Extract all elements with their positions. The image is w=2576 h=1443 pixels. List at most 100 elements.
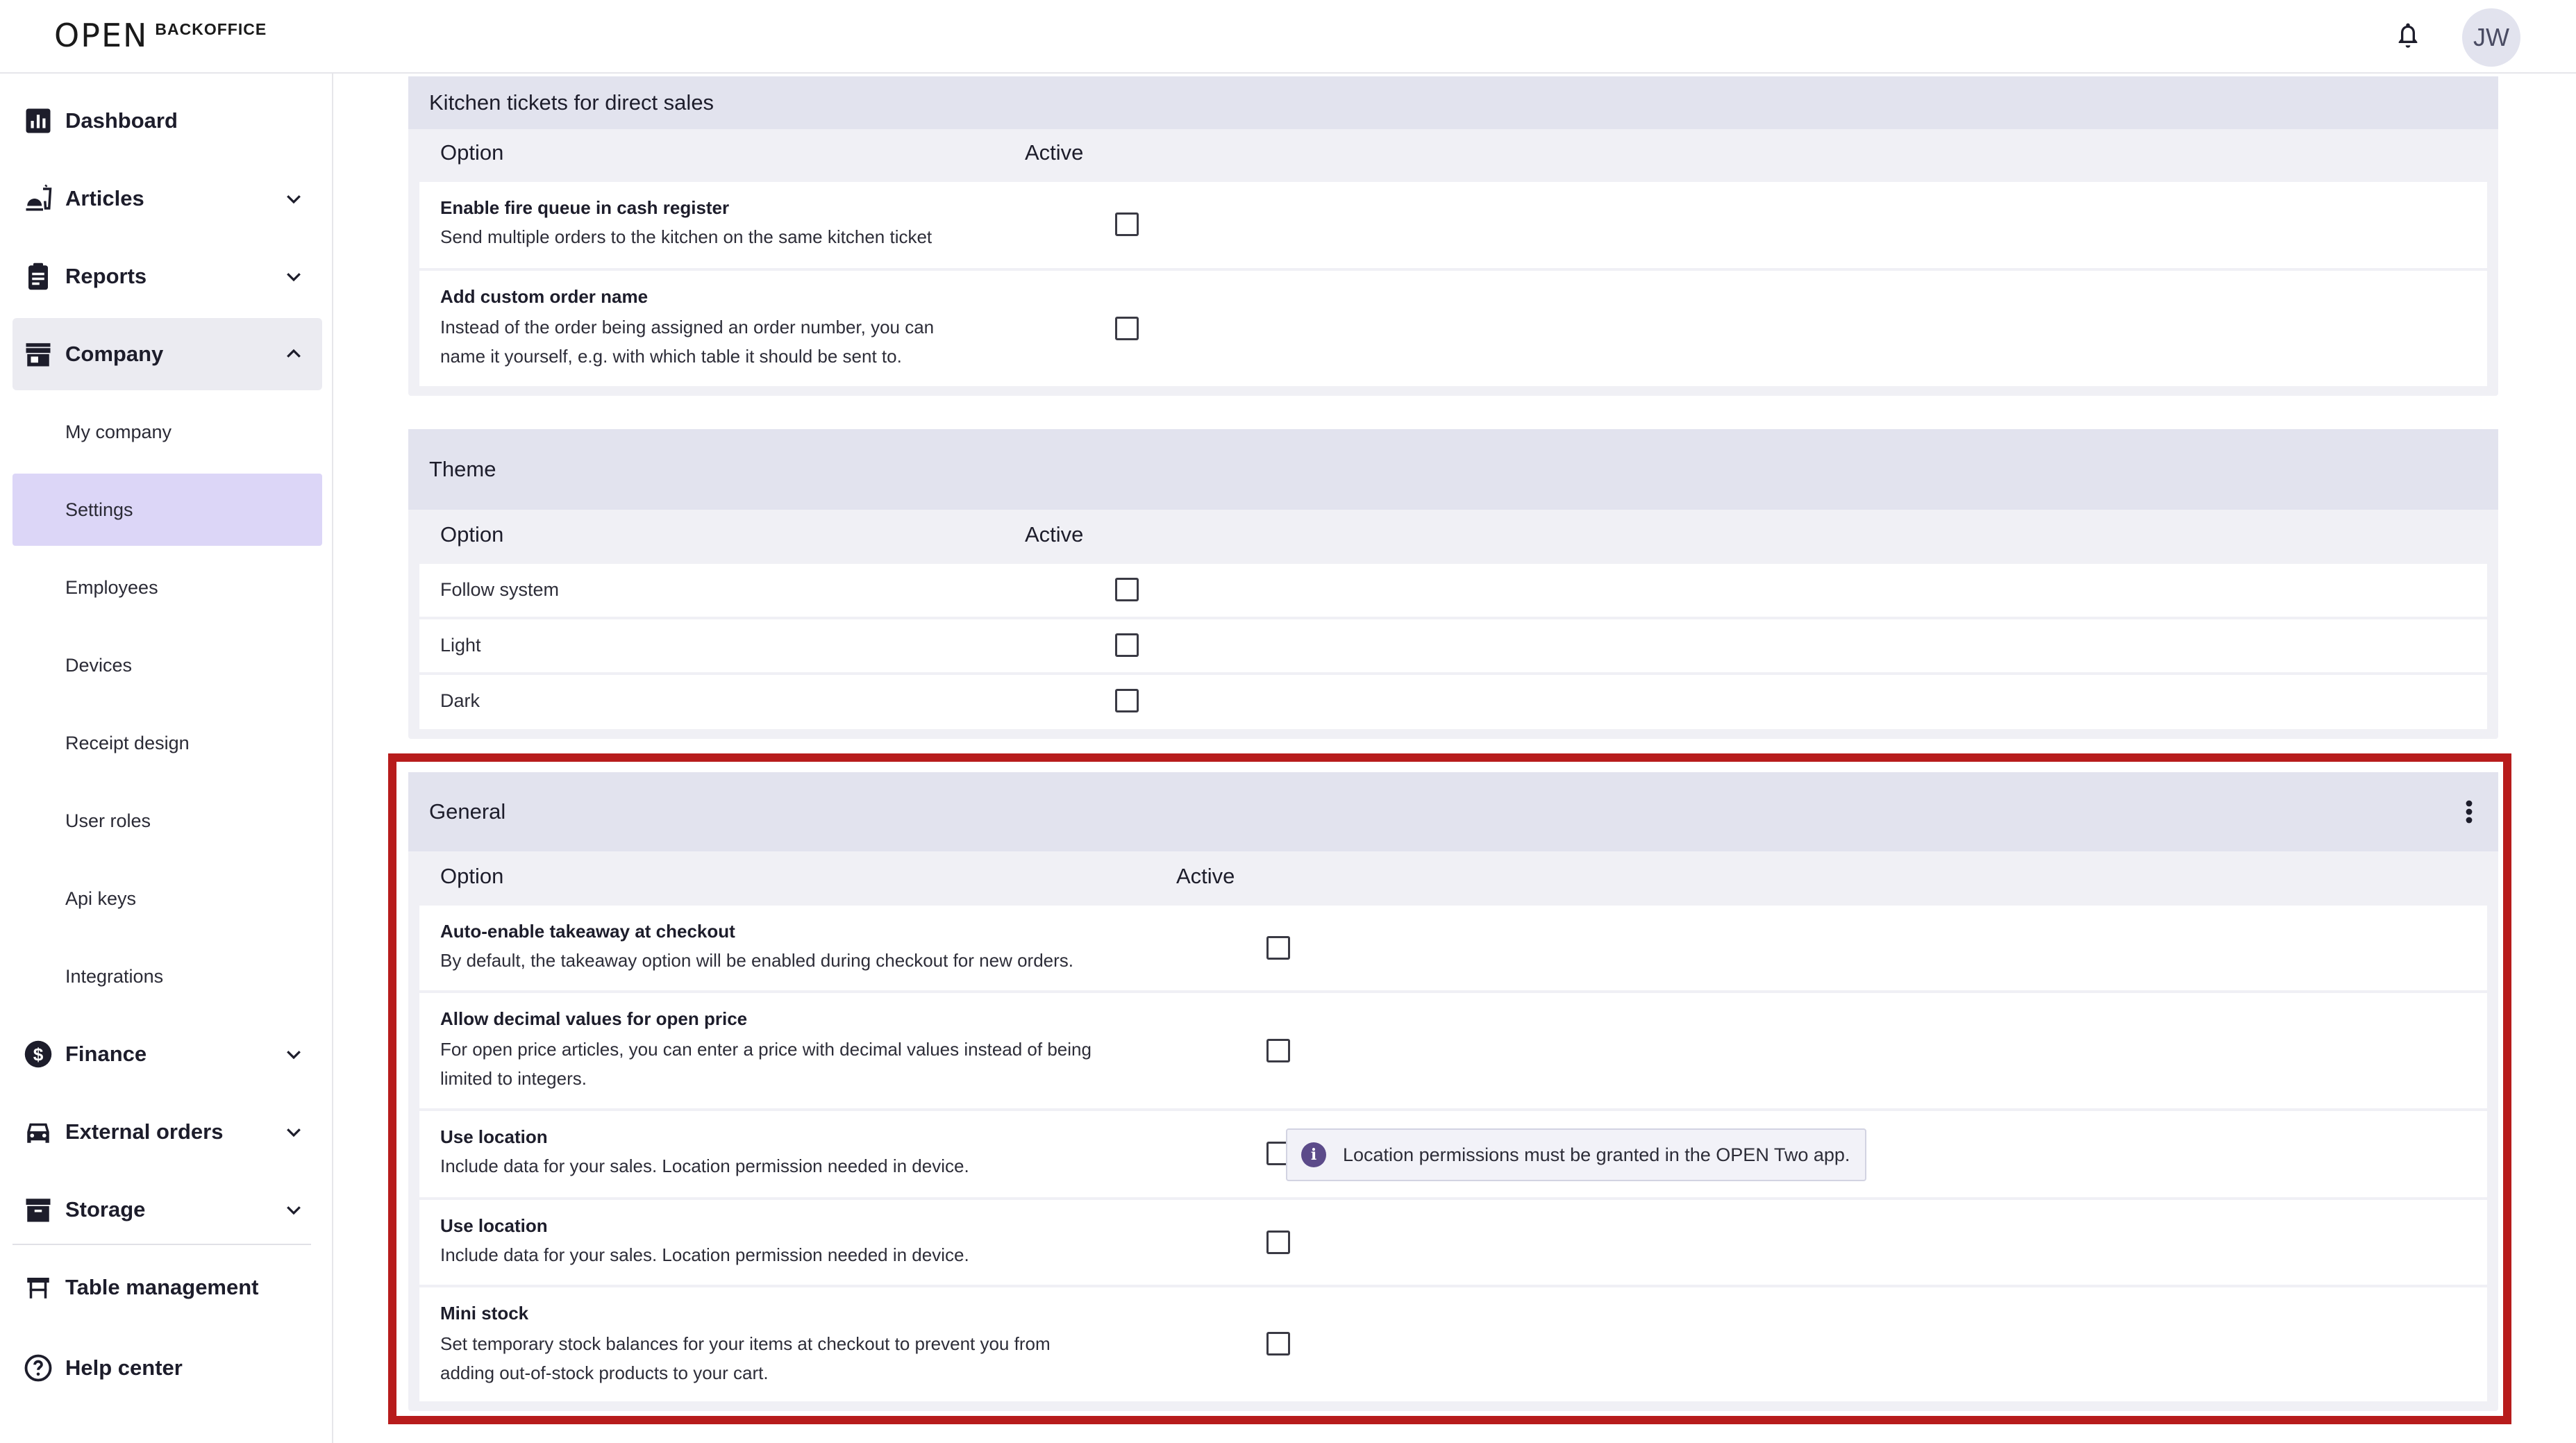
settings-row: Allow decimal values for open price For … xyxy=(419,993,2487,1108)
bar-chart-icon xyxy=(26,108,51,133)
settings-row: Use location Include data for your sales… xyxy=(419,1200,2487,1285)
row-title: Use location xyxy=(440,1126,548,1147)
theme-row-dark: Dark xyxy=(419,675,2487,729)
sidebar-item-label: Table management xyxy=(65,1275,259,1299)
dark-theme-checkbox[interactable] xyxy=(1115,689,1139,712)
theme-section: Theme Option Active Follow system Light … xyxy=(408,429,2498,739)
row-title: Mini stock xyxy=(440,1303,529,1324)
row-description: Send multiple orders to the kitchen on t… xyxy=(440,226,932,247)
section-header: Kitchen tickets for direct sales xyxy=(408,76,2498,129)
column-header-option: Option xyxy=(440,140,504,165)
sidebar-subitem-label: User roles xyxy=(65,810,151,831)
sidebar-item-label: Articles xyxy=(65,186,144,210)
row-label: Dark xyxy=(440,690,480,711)
use-location-checkbox[interactable] xyxy=(1266,1231,1290,1254)
sidebar-divider xyxy=(12,1244,311,1245)
sidebar-subitem-user-roles[interactable]: User roles xyxy=(12,785,322,857)
sidebar-item-company[interactable]: Company xyxy=(12,318,322,390)
table-icon xyxy=(27,1278,49,1299)
sidebar-subitem-label: Api keys xyxy=(65,887,137,909)
row-title: Auto-enable takeaway at checkout xyxy=(440,921,735,942)
settings-row: Enable fire queue in cash register Send … xyxy=(419,182,2487,268)
chevron-down-icon xyxy=(287,1206,301,1215)
sidebar-subitem-label: Receipt design xyxy=(65,732,190,753)
notification-bell-icon[interactable] xyxy=(2394,21,2422,51)
auto-takeaway-checkbox[interactable] xyxy=(1266,936,1290,960)
theme-row-light: Light xyxy=(419,619,2487,672)
fire-queue-checkbox[interactable] xyxy=(1115,212,1139,236)
row-label: Light xyxy=(440,635,481,656)
column-header-active: Active xyxy=(1176,864,1235,888)
row-description: For open price articles, you can enter a… xyxy=(440,1039,1092,1060)
row-description: adding out-of-stock products to your car… xyxy=(440,1362,769,1383)
sidebar-subitem-label: Devices xyxy=(65,654,133,676)
follow-system-checkbox[interactable] xyxy=(1115,578,1139,601)
chevron-down-icon xyxy=(287,1128,301,1137)
row-title: Allow decimal values for open price xyxy=(440,1008,748,1029)
sidebar-subitem-settings[interactable]: Settings xyxy=(12,474,322,546)
chevron-down-icon xyxy=(287,195,301,204)
chevron-down-icon xyxy=(287,273,301,282)
settings-row: Add custom order name Instead of the ord… xyxy=(419,271,2487,386)
sidebar-item-storage[interactable]: Storage xyxy=(12,1174,322,1246)
sidebar-subitem-integrations[interactable]: Integrations xyxy=(12,940,322,1012)
column-header-option: Option xyxy=(440,864,504,888)
clipboard-icon xyxy=(28,262,48,290)
light-theme-checkbox[interactable] xyxy=(1115,633,1139,657)
custom-order-name-checkbox[interactable] xyxy=(1115,317,1139,340)
sidebar-item-dashboard[interactable]: Dashboard xyxy=(12,85,322,157)
logo-text: BACKOFFICE xyxy=(155,20,267,38)
sidebar-item-table-management[interactable]: Table management xyxy=(12,1251,322,1324)
sidebar-item-label: Dashboard xyxy=(65,108,178,133)
section-header: Theme xyxy=(408,429,2498,510)
row-title: Use location xyxy=(440,1215,548,1236)
logo[interactable]: OPEN BACKOFFICE xyxy=(54,18,267,53)
info-icon: i xyxy=(1301,1142,1326,1167)
sidebar-item-external-orders[interactable]: External orders xyxy=(12,1096,322,1168)
row-title: Enable fire queue in cash register xyxy=(440,197,730,218)
info-text: Location permissions must be granted in … xyxy=(1343,1144,1850,1165)
more-options-icon[interactable] xyxy=(2465,799,2473,824)
mini-stock-checkbox[interactable] xyxy=(1266,1332,1290,1356)
sidebar-item-help-center[interactable]: Help center xyxy=(12,1332,322,1404)
sidebar-item-finance[interactable]: $ Finance xyxy=(12,1018,322,1090)
sidebar-subitem-label: Employees xyxy=(65,576,158,598)
sidebar-item-label: Company xyxy=(65,342,164,366)
sidebar-item-articles[interactable]: Articles xyxy=(12,162,322,235)
column-header-option: Option xyxy=(440,522,504,547)
column-header-active: Active xyxy=(1025,140,1084,165)
sidebar-subitem-api-keys[interactable]: Api keys xyxy=(12,862,322,935)
archive-icon xyxy=(26,1199,51,1222)
sidebar-subitem-receipt-design[interactable]: Receipt design xyxy=(12,707,322,779)
sidebar-item-label: Reports xyxy=(65,264,147,288)
sidebar-item-label: Storage xyxy=(65,1197,146,1221)
row-description: Include data for your sales. Location pe… xyxy=(440,1244,969,1265)
sidebar-subitem-label: Settings xyxy=(65,499,133,520)
location-info-box: i Location permissions must be granted i… xyxy=(1286,1128,1866,1181)
car-icon xyxy=(27,1123,49,1143)
row-label: Follow system xyxy=(440,579,560,600)
settings-row: Mini stock Set temporary stock balances … xyxy=(419,1287,2487,1401)
logo-mark: OPEN xyxy=(54,17,149,54)
sidebar-item-label: External orders xyxy=(65,1119,224,1144)
theme-row-follow-system: Follow system xyxy=(419,564,2487,617)
decimal-open-price-checkbox[interactable] xyxy=(1266,1039,1290,1062)
row-description: Include data for your sales. Location pe… xyxy=(440,1156,969,1176)
sidebar-item-reports[interactable]: Reports xyxy=(12,240,322,312)
section-title: Theme xyxy=(429,457,496,481)
sidebar-subitem-employees[interactable]: Employees xyxy=(12,551,322,624)
row-description: Instead of the order being assigned an o… xyxy=(440,317,935,337)
section-title: General xyxy=(429,799,506,824)
row-title: Add custom order name xyxy=(440,286,649,307)
column-header-active: Active xyxy=(1025,522,1084,547)
row-description: name it yourself, e.g. with which table … xyxy=(440,346,902,367)
help-icon xyxy=(24,1354,52,1382)
kitchen-tickets-section: Kitchen tickets for direct sales Option … xyxy=(408,76,2498,396)
sidebar-subitem-my-company[interactable]: My company xyxy=(12,396,322,468)
user-avatar[interactable]: JW xyxy=(2462,8,2520,67)
sidebar-item-label: Finance xyxy=(65,1042,147,1066)
chevron-down-icon xyxy=(287,1051,301,1060)
settings-row: Auto-enable takeaway at checkout By defa… xyxy=(419,906,2487,990)
top-bar: OPEN BACKOFFICE JW xyxy=(0,0,2576,74)
sidebar-subitem-devices[interactable]: Devices xyxy=(12,629,322,701)
